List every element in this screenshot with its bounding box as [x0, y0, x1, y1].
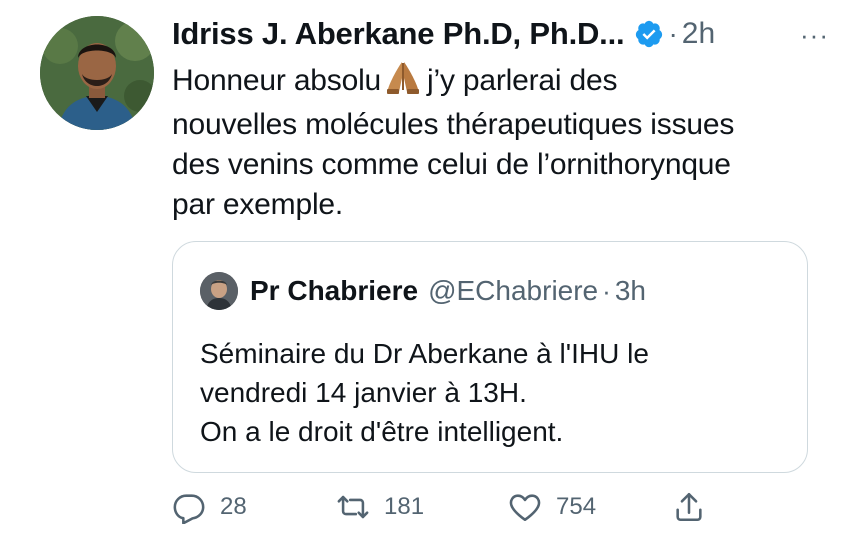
retweet-count: 181	[384, 493, 425, 520]
share-button[interactable]	[672, 490, 706, 524]
quoted-text-line: Séminaire du Dr Aberkane à l'IHU le	[200, 338, 649, 369]
author-photo	[40, 16, 154, 130]
quoted-tweet-card[interactable]: Pr Chabriere @EChabriere · 3h Séminaire …	[172, 241, 808, 473]
like-icon	[509, 494, 541, 522]
separator-dot: ·	[668, 18, 678, 49]
more-icon[interactable]: ···	[800, 20, 829, 51]
author-avatar[interactable]	[40, 16, 154, 130]
author-name[interactable]: Idriss J. Aberkane Ph.D, Ph.D...	[172, 16, 625, 52]
tweet-text-part: j’y parlerai des	[427, 64, 618, 97]
tweet-actions: 28 181 754	[172, 490, 732, 530]
tweet-text: Honneur absolu j’y parlerai des nouvelles…	[172, 60, 822, 225]
tweet-time[interactable]: 2h	[682, 17, 715, 51]
separator-dot: ·	[602, 275, 611, 306]
reply-count: 28	[220, 493, 247, 520]
share-icon	[676, 492, 702, 522]
like-button[interactable]: 754	[508, 490, 596, 524]
quoted-tweet-text: Séminaire du Dr Aberkane à l'IHU le vend…	[200, 334, 790, 451]
verified-badge-icon	[634, 19, 664, 49]
tweet-text-line: par exemple.	[172, 188, 344, 221]
tweet-text-part: Honneur absolu	[172, 64, 382, 97]
quoted-author-photo	[200, 272, 238, 310]
tweet-text-line: nouvelles molécules thérapeutiques issue…	[172, 108, 735, 141]
quoted-tweet-header: Pr Chabriere @EChabriere · 3h	[200, 272, 646, 310]
quoted-author-handle[interactable]: @EChabriere	[428, 275, 598, 307]
retweet-icon	[337, 495, 369, 519]
quoted-tweet-time[interactable]: 3h	[615, 275, 646, 307]
tweet-header: Idriss J. Aberkane Ph.D, Ph.D... · 2h	[172, 14, 715, 54]
quoted-text-line: vendredi 14 janvier à 13H.	[200, 377, 527, 408]
quoted-author-name[interactable]: Pr Chabriere	[250, 275, 418, 307]
quoted-text-line: On a le droit d'être intelligent.	[200, 416, 564, 447]
quoted-author-avatar[interactable]	[200, 272, 238, 310]
like-count: 754	[556, 493, 597, 520]
reply-icon	[173, 494, 205, 524]
tweet-text-line: Honneur absolu j’y parlerai des	[172, 60, 822, 105]
retweet-button[interactable]: 181	[336, 490, 424, 524]
tweet-text-line: des venins comme celui de l’ornithorynqu…	[172, 148, 731, 181]
reply-button[interactable]: 28	[172, 490, 247, 524]
folded-hands-icon	[385, 60, 421, 105]
